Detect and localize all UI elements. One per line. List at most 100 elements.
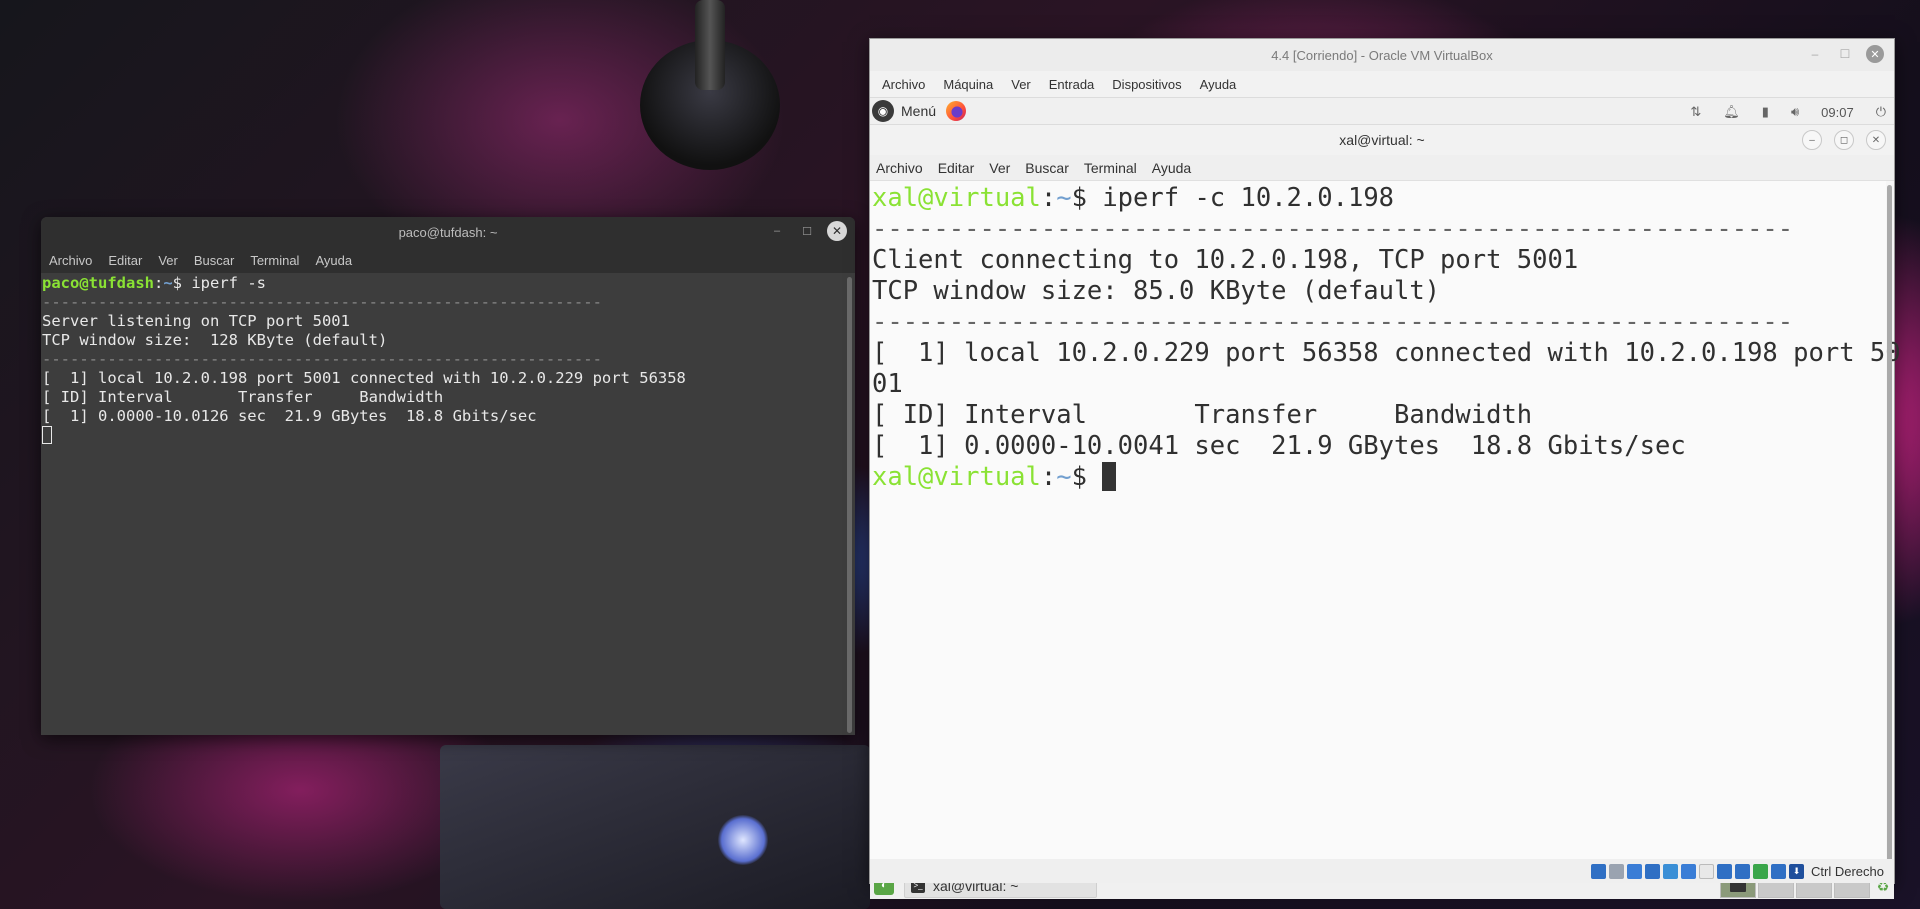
guest-terminal-titlebar[interactable]: xal@virtual: ~ – ◻ ✕ [870, 125, 1894, 155]
host-terminal-window: paco@tufdash: ~ – ☐ ✕ Archivo Editar Ver… [41, 217, 855, 735]
host-terminal-menubar: Archivo Editar Ver Buscar Terminal Ayuda [41, 247, 855, 273]
wallpaper-device [440, 745, 870, 909]
output-line: 01 [872, 369, 903, 399]
prompt-sep: : [1040, 183, 1057, 213]
menu-buscar[interactable]: Buscar [1025, 160, 1069, 176]
audio-icon[interactable] [1627, 863, 1643, 879]
guest-terminal-title: xal@virtual: ~ [1339, 132, 1425, 148]
virtualbox-window: 4.4 [Corriendo] - Oracle VM VirtualBox –… [869, 38, 1901, 899]
optical-drive-icon[interactable] [1609, 863, 1625, 879]
host-terminal-output[interactable]: paco@tufdash:~$ iperf -s ----------------… [41, 273, 855, 735]
minimize-icon[interactable]: – [1802, 130, 1822, 150]
volume-icon[interactable]: 🔊︎ [1791, 104, 1799, 120]
menu-ver[interactable]: Ver [989, 160, 1010, 176]
maximize-icon[interactable]: ◻ [1834, 130, 1854, 150]
battery-icon[interactable]: ▮ [1762, 104, 1769, 120]
virtualbox-statusbar: ⬇ Ctrl Derecho [870, 859, 1894, 883]
output-line: [ 1] local 10.2.0.229 port 56358 connect… [872, 338, 1901, 368]
menu-editar[interactable]: Editar [108, 253, 142, 268]
prompt-user: xal@virtual [872, 183, 1041, 213]
menu-archivo[interactable]: Archivo [49, 253, 92, 268]
host-key-label: Ctrl Derecho [1811, 863, 1884, 879]
output-line: Client connecting to 10.2.0.198, TCP por… [872, 245, 1579, 275]
menu-ver[interactable]: Ver [1011, 77, 1031, 92]
menu-buscar[interactable]: Buscar [194, 253, 234, 268]
guest-top-panel: ◉ Menú ⇅ 🔔︎ ▮ 🔊︎ 09:07 ⏻ [870, 97, 1894, 125]
output-line: [ 1] 0.0000-10.0126 sec 21.9 GBytes 18.8… [42, 407, 537, 425]
menu-ayuda[interactable]: Ayuda [1200, 77, 1237, 92]
hard-disk-icon[interactable] [1591, 863, 1607, 879]
menu-entrada[interactable]: Entrada [1049, 77, 1095, 92]
notifications-icon[interactable]: 🔔︎ [1723, 104, 1740, 120]
mouse-integration-icon[interactable] [1753, 863, 1769, 879]
host-key-arrow-icon[interactable]: ⬇ [1789, 863, 1805, 879]
mint-logo-icon[interactable]: ◉ [872, 100, 894, 122]
wallpaper-light [718, 815, 768, 865]
menu-ayuda[interactable]: Ayuda [315, 253, 352, 268]
prompt-line: paco@tufdash:~$ iperf -s [42, 274, 855, 293]
virtualbox-titlebar[interactable]: 4.4 [Corriendo] - Oracle VM VirtualBox –… [870, 39, 1894, 71]
output-line: [ 1] 0.0000-10.0041 sec 21.9 GBytes 18.8… [872, 431, 1686, 461]
output-line: [ 1] local 10.2.0.198 port 5001 connecte… [42, 369, 686, 387]
usb-icon[interactable] [1663, 863, 1679, 879]
text-cursor [42, 426, 52, 444]
virtualbox-menubar: Archivo Máquina Ver Entrada Dispositivos… [870, 71, 1894, 97]
firefox-icon[interactable] [946, 101, 967, 121]
output-line: [ ID] Interval Transfer Bandwidth [42, 388, 444, 406]
maximize-icon[interactable]: ☐ [797, 221, 817, 241]
output-line: [ ID] Interval Transfer Bandwidth [872, 400, 1533, 430]
menu-archivo[interactable]: Archivo [882, 77, 925, 92]
keyboard-capture-icon[interactable] [1771, 863, 1787, 879]
prompt-line: xal@virtual:~$ iperf -c 10.2.0.198 [872, 183, 1886, 214]
prompt-user: xal@virtual [872, 462, 1041, 492]
network-icon[interactable]: ⇅ [1690, 104, 1701, 120]
prompt-line: xal@virtual:~$ [872, 462, 1886, 493]
power-icon[interactable]: ⏻ [1876, 104, 1886, 120]
host-terminal-titlebar[interactable]: paco@tufdash: ~ – ☐ ✕ [41, 217, 855, 247]
menu-archivo[interactable]: Archivo [876, 160, 923, 176]
host-terminal-title: paco@tufdash: ~ [398, 224, 498, 240]
output-line: TCP window size: 128 KByte (default) [42, 331, 388, 349]
close-icon[interactable]: ✕ [1866, 130, 1886, 150]
separator-line: ----------------------------------------… [42, 350, 602, 368]
prompt-path: ~ [163, 274, 173, 292]
scrollbar[interactable] [847, 277, 852, 733]
prompt-user: paco@tufdash [42, 274, 154, 292]
shared-folders-icon[interactable] [1681, 863, 1697, 879]
display-icon[interactable] [1699, 863, 1715, 879]
prompt-symbol: $ [1071, 183, 1103, 213]
separator-line: ----------------------------------------… [872, 214, 1794, 244]
menu-terminal[interactable]: Terminal [250, 253, 299, 268]
prompt-path: ~ [1056, 183, 1072, 213]
recording-icon[interactable] [1717, 863, 1733, 879]
network-icon[interactable] [1645, 863, 1661, 879]
command-text: iperf -s [191, 274, 266, 292]
command-text: iperf -c 10.2.0.198 [1102, 183, 1395, 213]
prompt-sep: : [153, 274, 164, 292]
close-icon[interactable]: ✕ [1866, 45, 1884, 63]
minimize-icon[interactable]: – [1806, 45, 1824, 63]
menu-terminal[interactable]: Terminal [1084, 160, 1137, 176]
separator-line: ----------------------------------------… [872, 307, 1794, 337]
start-menu-label[interactable]: Menú [901, 103, 936, 119]
prompt-symbol: $ [1071, 462, 1103, 492]
guest-terminal-output[interactable]: xal@virtual:~$ iperf -c 10.2.0.198 ------… [870, 181, 1901, 871]
text-cursor [1102, 462, 1117, 491]
prompt-path: ~ [1056, 462, 1072, 492]
prompt-symbol: $ [172, 274, 192, 292]
separator-line: ----------------------------------------… [42, 293, 602, 311]
menu-dispositivos[interactable]: Dispositivos [1112, 77, 1181, 92]
wallpaper-joystick-stick [695, 0, 725, 90]
virtualbox-title: 4.4 [Corriendo] - Oracle VM VirtualBox [1271, 47, 1493, 63]
close-icon[interactable]: ✕ [827, 221, 847, 241]
menu-maquina[interactable]: Máquina [943, 77, 993, 92]
menu-ayuda[interactable]: Ayuda [1152, 160, 1191, 176]
maximize-icon[interactable]: ☐ [1836, 45, 1854, 63]
virtualization-icon[interactable] [1735, 863, 1751, 879]
clock[interactable]: 09:07 [1821, 105, 1854, 120]
scrollbar[interactable] [1887, 185, 1892, 867]
minimize-icon[interactable]: – [767, 221, 787, 241]
menu-editar[interactable]: Editar [938, 160, 975, 176]
output-line: Server listening on TCP port 5001 [42, 312, 350, 330]
menu-ver[interactable]: Ver [158, 253, 178, 268]
